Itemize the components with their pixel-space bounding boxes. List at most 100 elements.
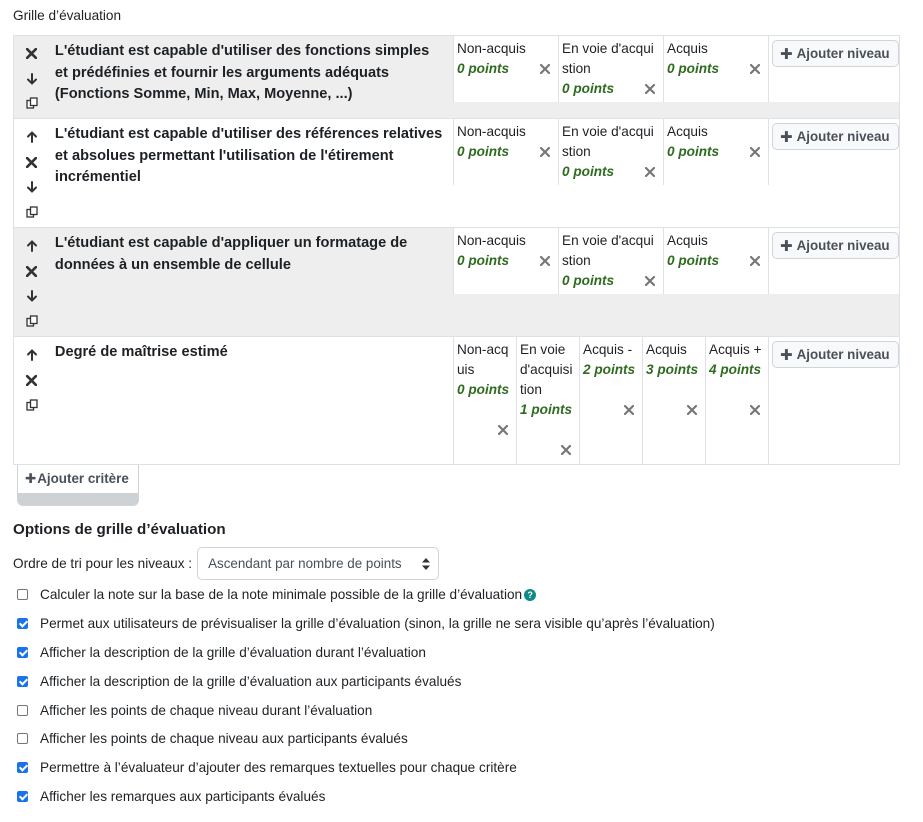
add-level-button[interactable]: ✚ Ajouter niveau <box>772 232 899 259</box>
add-level-label: Ajouter niveau <box>796 347 890 362</box>
add-criterion-link[interactable]: ✚Ajouter critère <box>25 471 129 487</box>
options-title: Options de grille d’évaluation <box>13 521 226 538</box>
level-definition[interactable]: En voie d'acquisition <box>520 340 576 400</box>
criterion-row: Degré de maîtrise estimé Non-acquis 0 po… <box>14 337 899 465</box>
level-definition[interactable]: Acquis <box>667 231 765 251</box>
sort-order-select[interactable]: Ascendant par nombre de points <box>197 547 440 580</box>
delete-level-icon[interactable] <box>748 145 762 159</box>
delete-level-icon[interactable] <box>643 165 657 179</box>
level-definition[interactable]: Acquis <box>646 340 702 360</box>
criterion-levels: Non-acquis 0 points En voie d'acquistion… <box>453 228 899 294</box>
option-label: Calculer la note sur la base de la note … <box>40 587 523 602</box>
duplicate-criterion-icon[interactable] <box>22 311 42 331</box>
duplicate-criterion-icon[interactable] <box>22 395 42 415</box>
delete-criterion-icon[interactable] <box>22 152 42 172</box>
level-definition[interactable]: Non-acquis <box>457 122 555 142</box>
section-label: Grille d’évaluation <box>13 8 122 23</box>
delete-level-icon[interactable] <box>622 403 636 417</box>
criterion-row: L'étudiant est capable d'utiliser des fo… <box>14 36 899 119</box>
level-points[interactable]: 0 points <box>457 380 513 400</box>
add-level-button[interactable]: ✚ Ajouter niveau <box>772 40 899 67</box>
level-definition[interactable]: En voie d'acquistion <box>562 231 660 271</box>
level-points[interactable]: 2 points <box>583 360 639 380</box>
level-cell: En voie d'acquistion 0 points <box>558 36 663 102</box>
add-level-cell: ✚ Ajouter niveau <box>768 228 899 294</box>
level-definition[interactable]: Non-acquis <box>457 340 513 380</box>
level-cell: Non-acquis 0 points <box>453 337 516 464</box>
level-definition[interactable]: En voie d'acquistion <box>562 39 660 79</box>
add-level-button[interactable]: ✚ Ajouter niveau <box>772 123 899 150</box>
option-checkbox[interactable] <box>17 791 28 802</box>
duplicate-criterion-icon[interactable] <box>22 93 42 113</box>
add-level-label: Ajouter niveau <box>796 238 890 253</box>
level-points[interactable]: 4 points <box>709 360 765 380</box>
move-down-icon[interactable] <box>22 286 42 306</box>
criterion-levels: Non-acquis 0 points En voie d'acquisitio… <box>453 337 899 464</box>
level-definition[interactable]: Acquis <box>667 122 765 142</box>
option-label: Afficher les points de chaque niveau aux… <box>40 731 408 746</box>
add-level-cell: ✚ Ajouter niveau <box>768 119 899 185</box>
move-up-icon[interactable] <box>22 236 42 256</box>
level-definition[interactable]: Non-acquis <box>457 231 555 251</box>
add-level-cell: ✚ Ajouter niveau <box>768 337 899 464</box>
option-label: Permet aux utilisateurs de prévisualiser… <box>40 616 715 631</box>
move-down-icon[interactable] <box>22 177 42 197</box>
duplicate-criterion-icon[interactable] <box>22 202 42 222</box>
delete-level-icon[interactable] <box>496 423 510 437</box>
select-arrows-icon <box>422 558 431 570</box>
delete-level-icon[interactable] <box>538 62 552 76</box>
option-checkbox[interactable] <box>17 647 28 658</box>
delete-criterion-icon[interactable] <box>22 370 42 390</box>
criterion-controls <box>14 228 50 336</box>
plus-icon: ✚ <box>780 128 793 146</box>
move-up-icon[interactable] <box>22 345 42 365</box>
delete-criterion-icon[interactable] <box>22 44 42 64</box>
criterion-description[interactable]: Degré de maîtrise estimé <box>50 337 453 464</box>
criterion-description[interactable]: L'étudiant est capable d'utiliser des ré… <box>50 119 453 227</box>
level-definition[interactable]: Acquis <box>667 39 765 59</box>
option-row: Permet aux utilisateurs de prévisualiser… <box>17 616 715 631</box>
delete-level-icon[interactable] <box>559 443 573 457</box>
level-cell: En voie d'acquistion 0 points <box>558 228 663 294</box>
level-definition[interactable]: Non-acquis <box>457 39 555 59</box>
delete-level-icon[interactable] <box>748 62 762 76</box>
add-criterion-label: Ajouter critère <box>37 471 129 486</box>
move-up-icon[interactable] <box>22 127 42 147</box>
rubric-editor: L'étudiant est capable d'utiliser des fo… <box>13 35 900 465</box>
criterion-levels: Non-acquis 0 points En voie d'acquistion… <box>453 119 899 185</box>
level-cell: Acquis + 4 points <box>705 337 768 464</box>
add-criterion-button[interactable]: ✚Ajouter critère <box>17 465 139 506</box>
delete-level-icon[interactable] <box>685 403 699 417</box>
level-cell: Acquis 0 points <box>663 228 768 294</box>
delete-level-icon[interactable] <box>748 403 762 417</box>
option-label: Afficher les points de chaque niveau dur… <box>40 703 373 718</box>
delete-level-icon[interactable] <box>748 254 762 268</box>
level-points[interactable]: 3 points <box>646 360 702 380</box>
option-checkbox[interactable] <box>17 762 28 773</box>
criterion-description[interactable]: L'étudiant est capable d'appliquer un fo… <box>50 228 453 336</box>
level-definition[interactable]: Acquis + <box>709 340 765 360</box>
criterion-row: L'étudiant est capable d'appliquer un fo… <box>14 228 899 337</box>
criterion-controls <box>14 36 50 118</box>
option-checkbox[interactable] <box>17 733 28 744</box>
add-level-button[interactable]: ✚ Ajouter niveau <box>772 341 899 368</box>
delete-level-icon[interactable] <box>538 254 552 268</box>
option-label: Permettre à l’évaluateur d’ajouter des r… <box>40 760 517 775</box>
delete-level-icon[interactable] <box>643 82 657 96</box>
criterion-controls <box>14 119 50 227</box>
option-checkbox[interactable] <box>17 589 28 600</box>
level-points[interactable]: 1 points <box>520 400 576 420</box>
level-definition[interactable]: Acquis - <box>583 340 639 360</box>
delete-level-icon[interactable] <box>643 274 657 288</box>
option-checkbox[interactable] <box>17 618 28 629</box>
move-down-icon[interactable] <box>22 69 42 89</box>
option-checkbox[interactable] <box>17 705 28 716</box>
option-label: Afficher la description de la grille d’é… <box>40 674 462 689</box>
delete-criterion-icon[interactable] <box>22 261 42 281</box>
help-icon[interactable]: ? <box>524 588 537 601</box>
delete-level-icon[interactable] <box>538 145 552 159</box>
level-definition[interactable]: En voie d'acquistion <box>562 122 660 162</box>
plus-icon: ✚ <box>780 346 793 364</box>
option-checkbox[interactable] <box>17 676 28 687</box>
criterion-description[interactable]: L'étudiant est capable d'utiliser des fo… <box>50 36 453 118</box>
